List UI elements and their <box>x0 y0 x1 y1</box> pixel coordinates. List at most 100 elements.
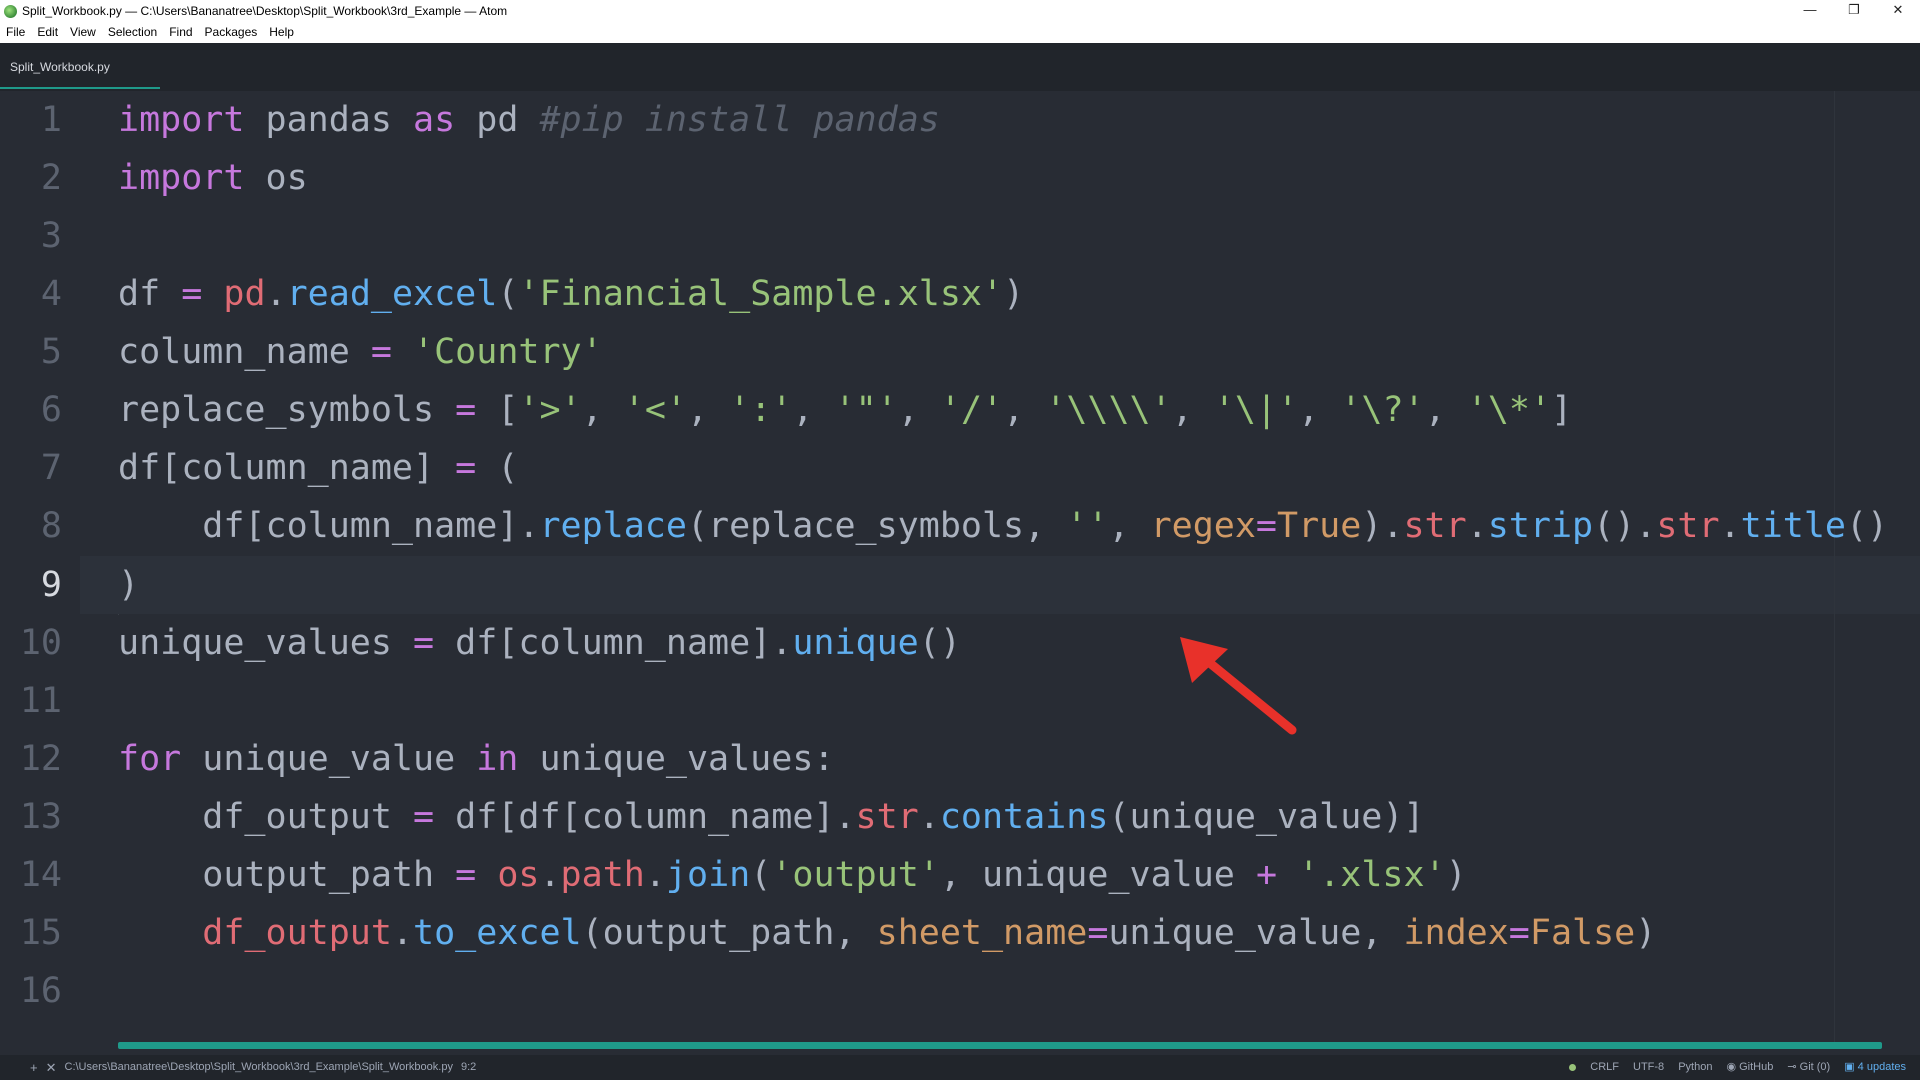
menu-view[interactable]: View <box>64 22 102 43</box>
token: to_excel <box>413 913 582 953</box>
file-path[interactable]: C:\Users\Bananatree\Desktop\Split_Workbo… <box>65 1055 453 1080</box>
line-number: 11 <box>19 681 62 721</box>
token: unique_values <box>118 623 414 663</box>
git-commit-icon: ⊸ <box>1787 1061 1797 1073</box>
token: = <box>455 855 477 895</box>
menu-find[interactable]: Find <box>163 22 198 43</box>
line-number: 10 <box>19 623 62 663</box>
code-line-9: ) <box>118 556 139 614</box>
token: ':' <box>729 390 793 430</box>
git-button[interactable]: ⊸ Git (0) <box>1787 1055 1830 1080</box>
token: = <box>455 390 477 430</box>
line-ending-selector[interactable]: CRLF <box>1590 1055 1619 1080</box>
code-line-4: df = pd.read_excel('Financial_Sample.xls… <box>118 265 1024 323</box>
token: regex <box>1150 506 1256 546</box>
menu-packages[interactable]: Packages <box>199 22 264 43</box>
tab-split-workbook[interactable]: Split_Workbook.py <box>0 43 160 89</box>
window-title: Split_Workbook.py — C:\Users\Bananatree\… <box>22 4 508 18</box>
line-number: 7 <box>40 448 62 488</box>
code-line-5: column_name = 'Country' <box>118 323 603 381</box>
cursor-position[interactable]: 9:2 <box>461 1055 476 1080</box>
code-editor[interactable]: 1 2 3 4 5 6 7 8 9 10 11 12 13 14 15 16 i… <box>0 91 1920 1049</box>
token: pd <box>223 274 266 314</box>
close-window-button[interactable]: ✕ <box>1876 0 1920 22</box>
token: ( <box>476 448 519 488</box>
token: = <box>455 448 477 488</box>
token: True <box>1277 506 1362 546</box>
line-number: 2 <box>40 158 62 198</box>
code-area[interactable]: import pandas as pd #pip install pandas … <box>118 91 1920 1043</box>
title-bar: Split_Workbook.py — C:\Users\Bananatree\… <box>0 0 1920 22</box>
token: column_name <box>118 332 371 372</box>
git-label: Git (0) <box>1799 1061 1831 1073</box>
token: df[df[column_name]. <box>434 797 856 837</box>
token: () <box>1845 506 1889 546</box>
line-number: 3 <box>40 216 62 256</box>
token: . <box>391 913 414 953</box>
token: , unique_value <box>939 855 1256 895</box>
line-number: 14 <box>19 855 62 895</box>
token: output_path <box>118 855 456 895</box>
token: strip <box>1487 506 1594 546</box>
token: in <box>476 739 519 779</box>
token: False <box>1529 913 1636 953</box>
token: sheet_name <box>876 913 1088 953</box>
token: '\*' <box>1466 390 1552 430</box>
token: = <box>1087 913 1109 953</box>
token: os <box>497 855 540 895</box>
minimize-button[interactable]: — <box>1788 0 1832 22</box>
menu-selection[interactable]: Selection <box>102 22 163 43</box>
menu-file[interactable]: File <box>0 22 31 43</box>
token: unique_value, <box>1108 913 1404 953</box>
line-number: 8 <box>40 506 62 546</box>
encoding-selector[interactable]: UTF-8 <box>1633 1055 1664 1080</box>
token: ) <box>1635 913 1657 953</box>
updates-button[interactable]: ▣ 4 updates <box>1844 1055 1906 1080</box>
token: , <box>1003 390 1046 430</box>
token: '\\\\' <box>1045 390 1172 430</box>
github-button[interactable]: ◉ GitHub <box>1726 1055 1773 1080</box>
add-pane-button[interactable]: + <box>30 1055 38 1080</box>
token: = <box>413 797 435 837</box>
token: '' <box>1066 506 1109 546</box>
menu-bar: File Edit View Selection Find Packages H… <box>0 22 1920 43</box>
token: (replace_symbols, <box>686 506 1067 546</box>
token: . <box>1719 506 1741 546</box>
package-icon: ▣ <box>1844 1061 1855 1073</box>
token: str <box>1656 506 1720 546</box>
horizontal-scrollbar[interactable] <box>118 1042 1882 1049</box>
line-number: 12 <box>19 739 62 779</box>
atom-logo-icon <box>4 4 17 18</box>
token: title <box>1740 506 1846 546</box>
token: '\|' <box>1213 390 1299 430</box>
restore-button[interactable]: ❐ <box>1832 0 1876 22</box>
token: for <box>118 739 182 779</box>
token: , <box>1298 390 1341 430</box>
token: . <box>644 855 666 895</box>
token: (output_path, <box>581 913 877 953</box>
token: str <box>1403 506 1467 546</box>
token: ) <box>118 565 140 605</box>
menu-edit[interactable]: Edit <box>31 22 64 43</box>
token: as <box>413 100 456 140</box>
token: [ <box>476 390 519 430</box>
close-pane-button[interactable]: ✕ <box>46 1055 57 1080</box>
window-controls: — ❐ ✕ <box>1788 0 1920 22</box>
token: df[column_name]. <box>118 506 540 546</box>
line-number: 1 <box>40 100 62 140</box>
grammar-selector[interactable]: Python <box>1678 1055 1712 1080</box>
token: ] <box>1551 390 1573 430</box>
github-label: GitHub <box>1739 1061 1774 1073</box>
line-number: 13 <box>19 797 62 837</box>
token: . <box>1466 506 1488 546</box>
token: unique <box>792 623 919 663</box>
token: ) <box>1445 855 1467 895</box>
token: import <box>118 158 245 198</box>
token: , <box>1108 506 1151 546</box>
token: , <box>1171 390 1214 430</box>
token: os <box>244 158 308 198</box>
token: , <box>792 390 835 430</box>
github-icon: ◉ <box>1726 1061 1737 1073</box>
status-bar: + ✕ C:\Users\Bananatree\Desktop\Split_Wo… <box>0 1055 1920 1080</box>
menu-help[interactable]: Help <box>263 22 300 43</box>
